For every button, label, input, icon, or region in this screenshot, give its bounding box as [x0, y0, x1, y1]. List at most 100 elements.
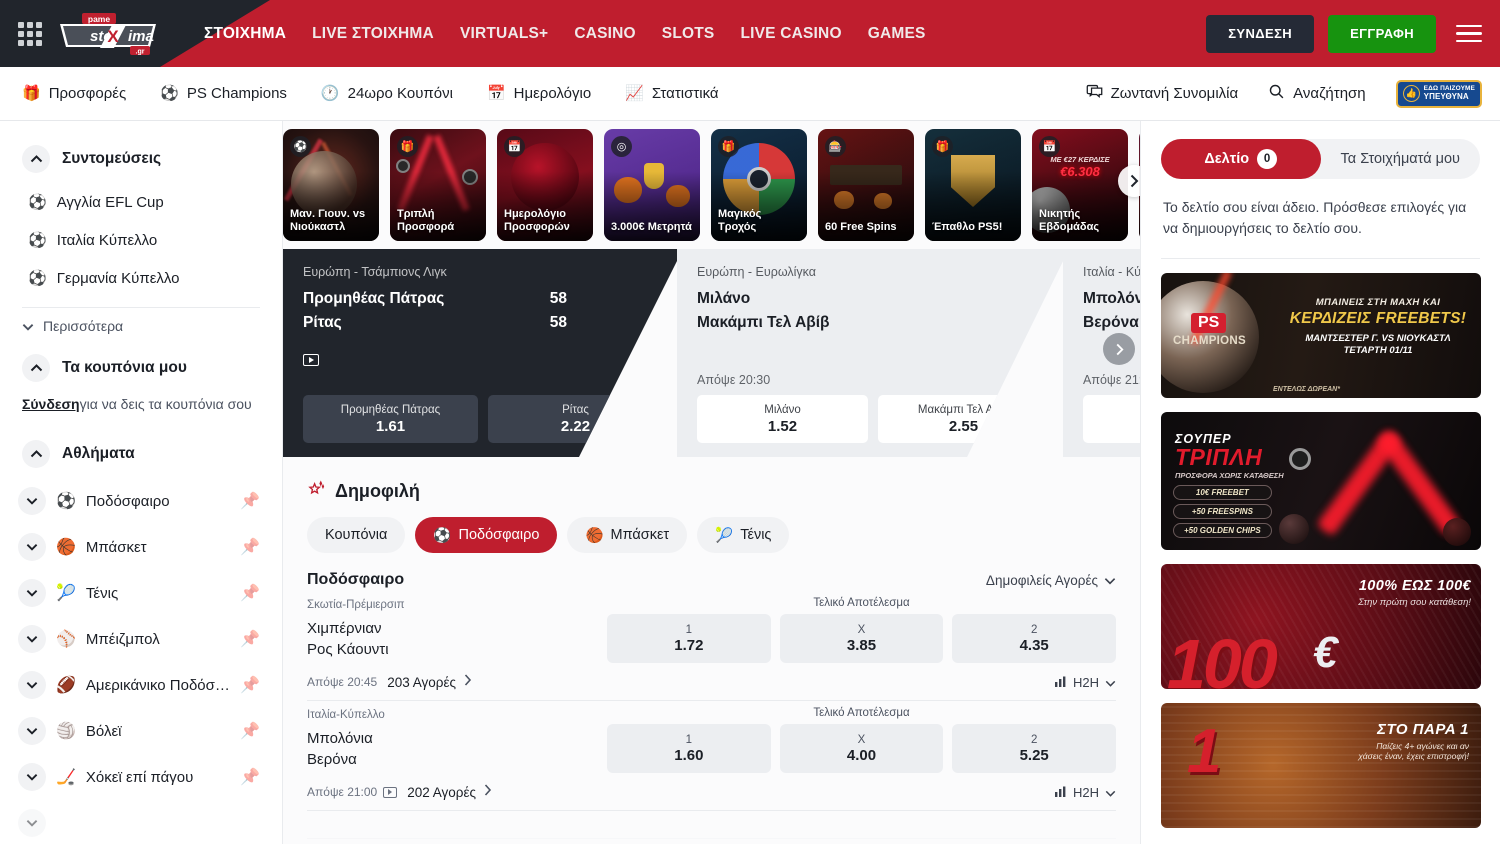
nav-item-virtuals[interactable]: VIRTUALS+	[460, 25, 548, 43]
gift-icon: 🎁	[22, 86, 41, 101]
sidebar-sport-ice-hockey[interactable]: 🏒 Χόκεϊ επί πάγου 📌	[0, 754, 282, 800]
tab-football[interactable]: ⚽ Ποδόσφαιρο	[415, 517, 557, 553]
subnav-item-24h-coupon[interactable]: 🕐 24ωρο Κουπόνι	[321, 85, 453, 102]
featured-match-card[interactable]: Ευρώπη - Τσάμπιονς Λιγκ Προμηθέας Πάτρας…	[283, 249, 683, 457]
subnav-item-statistics[interactable]: 📈 Στατιστικά	[625, 85, 718, 102]
nav-item-live-stoixima[interactable]: LIVE ΣΤΟΙΧΗΜΑ	[312, 25, 434, 43]
subnav-item-ps-champions[interactable]: ⚽ PS Champions	[160, 85, 287, 102]
event-markets-count[interactable]: 202 Αγορές	[407, 785, 476, 800]
pin-icon[interactable]: 📌	[240, 537, 260, 557]
nav-item-casino[interactable]: CASINO	[574, 25, 635, 43]
sidebar-sport-next-partial[interactable]	[0, 800, 282, 844]
chevron-right-icon[interactable]	[464, 673, 472, 691]
sidebar-section-shortcuts[interactable]: Συντομεύσεις	[0, 135, 282, 183]
register-button[interactable]: ΕΓΓΡΑΦΗ	[1328, 15, 1436, 53]
tab-basketball[interactable]: 🏀 Μπάσκετ	[567, 517, 687, 553]
right-banner-deposit-bonus[interactable]: 100 € 100% ΕΩΣ 100€ Στην πρώτη σου κατάθ…	[1161, 564, 1481, 689]
pin-icon[interactable]: 📌	[240, 583, 260, 603]
chevron-down-icon[interactable]	[18, 809, 46, 837]
odds-button[interactable]: Μακάμπι Τελ Αβίβ 2.55	[878, 395, 1049, 443]
odds-button[interactable]: Προμηθέας Πάτρας 1.61	[303, 395, 478, 443]
live-stream-icon[interactable]	[303, 354, 319, 366]
sidebar-sport-football[interactable]: ⚽ Ποδόσφαιρο 📌	[0, 478, 282, 524]
tab-betslip[interactable]: Δελτίο 0	[1161, 139, 1321, 179]
chevron-down-icon[interactable]	[18, 625, 46, 653]
odds-button[interactable]: Ρίτας 2.22	[488, 395, 663, 443]
right-banner-sto-para-1[interactable]: 1 ΣΤΟ ΠΑΡΑ 1 Παίζεις 4+ αγώνες και αν χά…	[1161, 703, 1481, 828]
sidebar-section-sports[interactable]: Αθλήματα	[0, 430, 282, 478]
promo-tile-weekly-winner[interactable]: 📅 ΜΕ €27 ΚΕΡΔΙΣΕ €6.308 Νικητής Εβδομάδα…	[1032, 129, 1128, 241]
event-markets-count[interactable]: 203 Αγορές	[387, 675, 456, 690]
apps-grid-icon[interactable]	[18, 22, 42, 46]
pin-icon[interactable]: 📌	[240, 721, 260, 741]
featured-match-card[interactable]: Ευρώπη - Ευρωλίγκα Μιλάνο Μακάμπι Τελ Αβ…	[677, 249, 1069, 457]
chevron-down-icon[interactable]	[18, 533, 46, 561]
h2h-button[interactable]: H2H	[1055, 785, 1116, 800]
match-home-team: Προμηθέας Πάτρας	[303, 290, 444, 308]
sport-group-header: Ποδόσφαιρο Δημοφιλείς Αγορές	[307, 571, 1116, 589]
promo-tile-tripli-prosfora[interactable]: 🎁 Τριπλή Προσφορά	[390, 129, 486, 241]
promo-tile-60-free-spins[interactable]: 🎰 60 Free Spins	[818, 129, 914, 241]
h2h-button[interactable]: H2H	[1055, 675, 1116, 690]
pin-icon[interactable]: 📌	[240, 767, 260, 787]
live-chat-label: Ζωντανή Συνομιλία	[1111, 85, 1239, 102]
promo-tile-ps-champions[interactable]: ⚽ Μαν. Γιουν. vs Νιούκαστλ	[283, 129, 379, 241]
tab-my-bets[interactable]: Τα Στοιχήματά μου	[1321, 139, 1481, 179]
promo-tile-3000-cash[interactable]: ◎ 3.000€ Μετρητά	[604, 129, 700, 241]
subnav-item-calendar[interactable]: 📅 Ημερολόγιο	[487, 85, 591, 102]
markets-selector[interactable]: Δημοφιλείς Αγορές	[986, 573, 1116, 588]
sidebar-section-my-coupons[interactable]: Τα κουπόνια μου	[0, 344, 282, 392]
nav-item-slots[interactable]: SLOTS	[662, 25, 715, 43]
chevron-down-icon[interactable]	[18, 717, 46, 745]
my-bets-tab-label: Τα Στοιχήματά μου	[1341, 151, 1460, 167]
tab-coupons[interactable]: Κουπόνια	[307, 517, 405, 553]
chevron-right-icon[interactable]	[484, 783, 492, 801]
sidebar-more-button[interactable]: Περισσότερα	[0, 308, 282, 344]
promo-tile-magic-wheel[interactable]: 🎁 Μαγικός Τροχός	[711, 129, 807, 241]
odds-button-1[interactable]: 1 1.72	[607, 614, 771, 663]
nav-item-live-casino[interactable]: LIVE CASINO	[740, 25, 841, 43]
search-button[interactable]: Αναζήτηση	[1268, 83, 1365, 104]
nav-item-stoixima[interactable]: ΣΤΟΙΧΗΜΑ	[204, 25, 286, 43]
sidebar-sport-tennis[interactable]: 🎾 Τένις 📌	[0, 570, 282, 616]
live-chat-button[interactable]: Ζωντανή Συνομιλία	[1086, 83, 1239, 104]
right-banner-super-tripli[interactable]: ΣΟΥΠΕΡ ΤΡΙΠΛΗ ΠΡΟΣΦΟΡΑ ΧΩΡΙΣ ΚΑΤΑΘΕΣΗ 10…	[1161, 412, 1481, 550]
pin-icon[interactable]: 📌	[240, 629, 260, 649]
odds-button-2[interactable]: 2 5.25	[952, 724, 1116, 773]
promo-tile-offer-calendar[interactable]: 📅 Ημερολόγιο Προσφορών	[497, 129, 593, 241]
live-stream-icon[interactable]	[383, 787, 397, 798]
responsible-gaming-badge[interactable]: 👍 ΕΔΩ ΠΑΙΖΟΥΜΕ ΥΠΕΥΘΥΝΑ	[1396, 80, 1482, 108]
odds-button-1[interactable]: 1 1.60	[607, 724, 771, 773]
odds-button-x[interactable]: X 3.85	[780, 614, 944, 663]
promo-tile-ps-battles[interactable]: 🎁 Έπαθλο PS5!	[925, 129, 1021, 241]
odds-button[interactable]: 1 1.6	[1083, 395, 1140, 443]
chevron-up-icon	[22, 354, 50, 382]
nav-item-games[interactable]: GAMES	[868, 25, 926, 43]
sidebar-sport-basketball[interactable]: 🏀 Μπάσκετ 📌	[0, 524, 282, 570]
odds-button-x[interactable]: X 4.00	[780, 724, 944, 773]
login-button[interactable]: ΣΥΝΔΕΣΗ	[1206, 15, 1314, 53]
sidebar-shortcut-germany-cup[interactable]: ⚽ Γερμανία Κύπελλο	[0, 259, 282, 297]
sidebar-sport-american-football[interactable]: 🏈 Αμερικάνικο Ποδόσ… 📌	[0, 662, 282, 708]
chevron-down-icon[interactable]	[18, 763, 46, 791]
odds-button[interactable]: Μιλάνο 1.52	[697, 395, 868, 443]
sidebar-shortcut-italy-cup[interactable]: ⚽ Ιταλία Κύπελλο	[0, 221, 282, 259]
sidebar-login-link[interactable]: Σύνδεση	[22, 396, 80, 412]
hamburger-menu-icon[interactable]	[1456, 25, 1482, 43]
pin-icon[interactable]: 📌	[240, 675, 260, 695]
sidebar-sport-volleyball[interactable]: 🏐 Βόλεϊ 📌	[0, 708, 282, 754]
tab-tennis[interactable]: 🎾 Τένις	[697, 517, 789, 553]
site-logo[interactable]: pame stoi ima X .gr	[56, 10, 160, 57]
subnav-item-offers[interactable]: 🎁 Προσφορές	[22, 85, 126, 102]
sidebar-sport-baseball[interactable]: ⚾ Μπέιζμπολ 📌	[0, 616, 282, 662]
chevron-down-icon[interactable]	[18, 671, 46, 699]
right-banner-ps-champions[interactable]: PS CHAMPIONS ΜΠΑΙΝΕΙΣ ΣΤΗ ΜΑΧΗ ΚΑΙ ΚΕΡΔΙ…	[1161, 273, 1481, 398]
chevron-down-icon[interactable]	[18, 487, 46, 515]
matches-next-button[interactable]	[1103, 333, 1135, 365]
header-actions: ΣΥΝΔΕΣΗ ΕΓΓΡΑΦΗ	[1206, 15, 1500, 53]
chevron-down-icon[interactable]	[18, 579, 46, 607]
odds-button-2[interactable]: 2 4.35	[952, 614, 1116, 663]
banner-ps-badge: PS	[1191, 313, 1226, 333]
sidebar-shortcut-efl-cup[interactable]: ⚽ Αγγλία EFL Cup	[0, 183, 282, 221]
pin-icon[interactable]: 📌	[240, 491, 260, 511]
